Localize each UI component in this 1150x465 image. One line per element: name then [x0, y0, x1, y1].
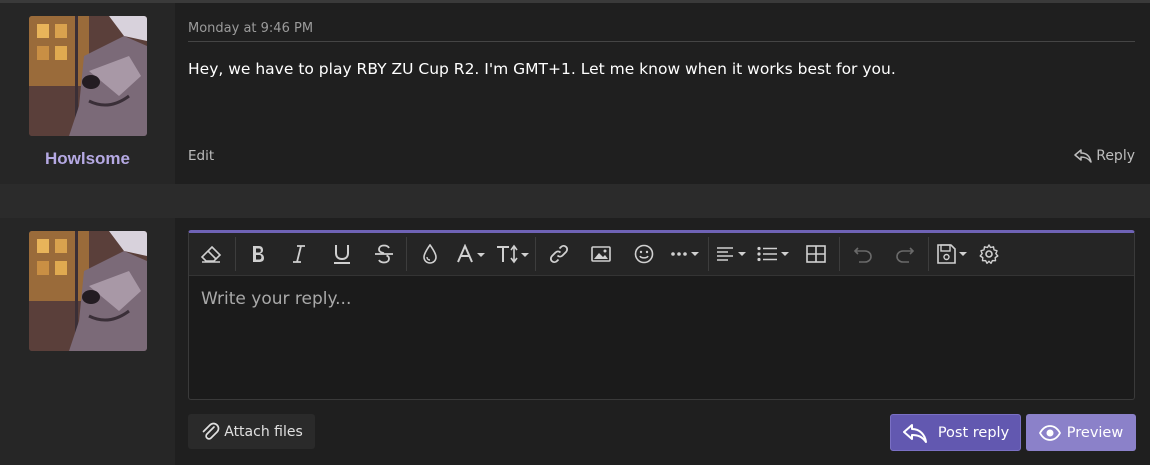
redo-icon	[896, 247, 915, 263]
font-size-button[interactable]	[493, 233, 533, 275]
font-family-icon	[457, 244, 485, 263]
toolbar-separator	[839, 237, 840, 271]
edit-link[interactable]: Edit	[188, 148, 214, 164]
reply-user-cell	[0, 218, 175, 465]
color-drop-icon	[423, 244, 437, 264]
toolbar-separator	[406, 237, 407, 271]
smiley-icon	[634, 244, 654, 264]
font-size-icon	[497, 244, 529, 264]
editor-settings-button[interactable]	[975, 233, 1003, 275]
toolbar-separator	[708, 237, 709, 271]
insert-smilie-button[interactable]	[622, 233, 666, 275]
bold-button[interactable]	[238, 233, 278, 275]
reply-icon	[1074, 149, 1092, 163]
bold-icon	[253, 246, 264, 262]
toolbar-separator	[235, 237, 236, 271]
clear-formatting-button[interactable]	[189, 233, 233, 275]
avatar-image	[29, 16, 147, 136]
list-button[interactable]	[753, 233, 795, 275]
toolbar-separator	[535, 237, 536, 271]
message-divider	[188, 41, 1135, 42]
italic-button[interactable]	[278, 233, 320, 275]
link-icon	[549, 244, 569, 264]
italic-icon	[293, 245, 305, 263]
more-options-button[interactable]	[666, 233, 706, 275]
post-reply-label: Post reply	[937, 424, 1010, 441]
table-icon	[806, 245, 826, 263]
strikethrough-icon	[375, 244, 393, 264]
underline-button[interactable]	[320, 233, 364, 275]
post-reply-button[interactable]: Post reply	[890, 414, 1021, 451]
alignment-button[interactable]	[711, 233, 753, 275]
font-family-button[interactable]	[451, 233, 493, 275]
text-color-button[interactable]	[409, 233, 451, 275]
avatar[interactable]	[29, 16, 147, 136]
list-icon	[757, 246, 789, 262]
message-date[interactable]: Monday at 9:46 PM	[188, 21, 313, 36]
more-icon	[671, 252, 699, 256]
drafts-button[interactable]	[931, 233, 975, 275]
message-user-cell: Howlsome	[0, 3, 175, 184]
underline-icon	[334, 245, 350, 264]
insert-image-button[interactable]	[580, 233, 622, 275]
strikethrough-button[interactable]	[364, 233, 404, 275]
reply-input-placeholder[interactable]: Write your reply...	[201, 289, 351, 309]
attach-files-button[interactable]: Attach files	[188, 414, 315, 449]
reply-icon	[902, 423, 927, 443]
undo-icon	[853, 247, 872, 263]
undo-button[interactable]	[842, 233, 884, 275]
attach-files-label: Attach files	[224, 423, 303, 440]
editor-toolbar	[189, 233, 1134, 276]
toolbar-separator	[928, 237, 929, 271]
reply-editor[interactable]: Write your reply...	[188, 230, 1135, 400]
message-post: Howlsome Monday at 9:46 PM Hey, we have …	[0, 3, 1150, 184]
insert-table-button[interactable]	[795, 233, 837, 275]
quick-reply: Write your reply... Attach files Post re…	[0, 218, 1150, 465]
message-body: Hey, we have to play RBY ZU Cup R2. I'm …	[188, 60, 896, 78]
reply-link-label: Reply	[1096, 148, 1135, 164]
image-icon	[591, 246, 611, 262]
redo-button[interactable]	[884, 233, 926, 275]
reply-link[interactable]: Reply	[1074, 148, 1135, 164]
preview-label: Preview	[1066, 424, 1124, 441]
align-icon	[717, 247, 746, 261]
eraser-icon	[200, 245, 222, 263]
username[interactable]: Howlsome	[0, 149, 175, 169]
gear-icon	[979, 244, 999, 264]
eye-icon	[1038, 424, 1061, 441]
reply-avatar-image	[29, 231, 147, 351]
save-drafts-icon	[937, 244, 967, 264]
reply-avatar[interactable]	[29, 231, 147, 351]
insert-link-button[interactable]	[538, 233, 580, 275]
preview-button[interactable]: Preview	[1026, 414, 1136, 451]
paperclip-icon	[202, 422, 220, 440]
